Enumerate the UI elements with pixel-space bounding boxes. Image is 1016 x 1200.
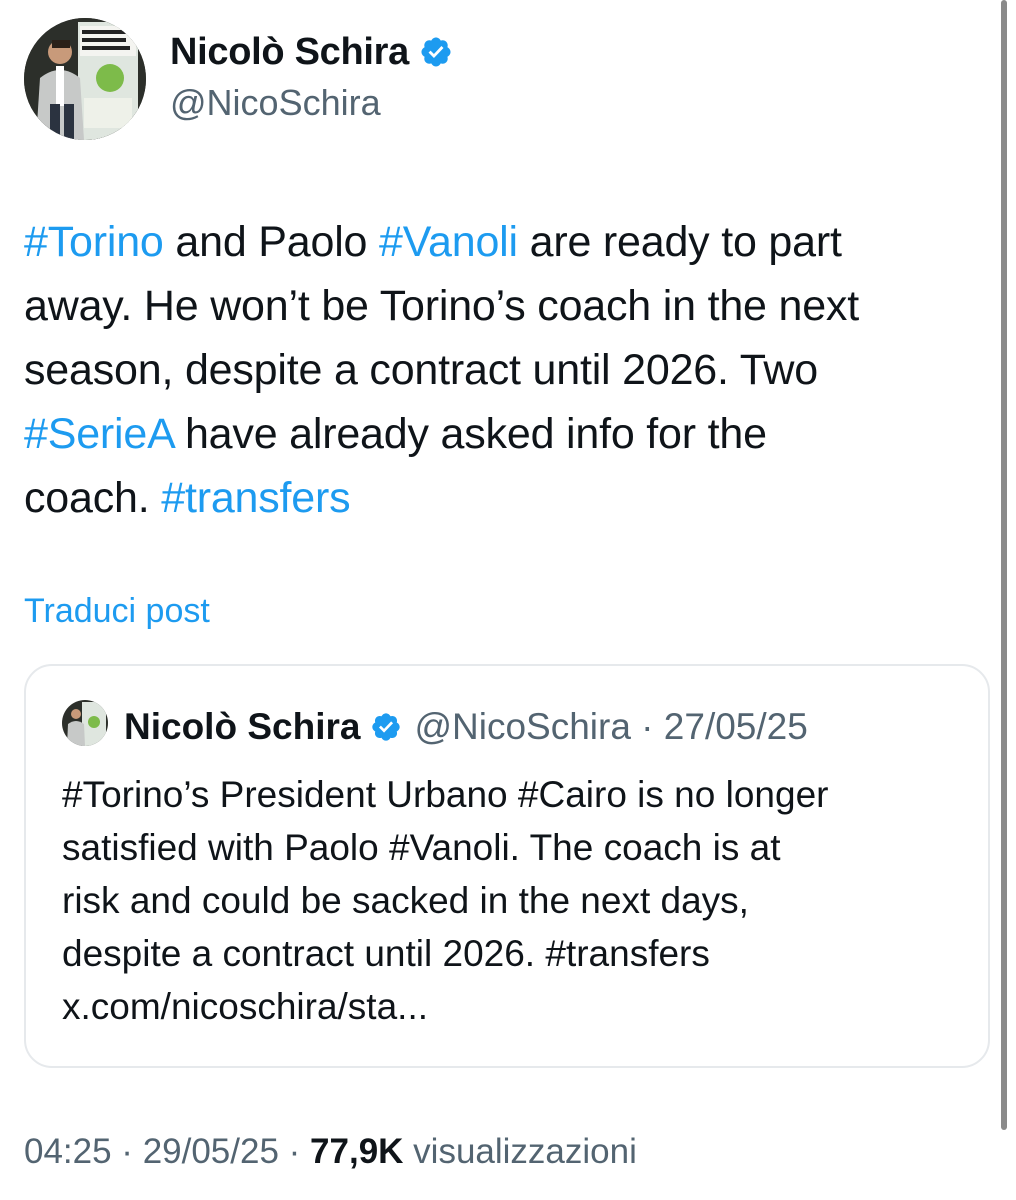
tweet-text-line: #SerieA have already asked info for the [24, 402, 984, 466]
quoted-tweet-text: #Torino’s President Urbano #Cairo is no … [62, 768, 962, 1033]
author-avatar[interactable] [24, 18, 146, 140]
post-time-date[interactable]: 04:25 · 29/05/25 · [24, 1132, 310, 1171]
quoted-text-line: #Torino’s President Urbano #Cairo is no … [62, 774, 829, 815]
quoted-author-name: Nicolò Schira [124, 706, 361, 747]
author-name[interactable]: Nicolò Schira [170, 31, 409, 74]
hashtag-link[interactable]: #Torino [24, 218, 164, 266]
tweet-text-segment: coach. [24, 474, 162, 522]
hashtag-link[interactable]: #Vanoli [379, 218, 518, 266]
tweet-text-line: away. He won’t be Torino’s coach in the … [24, 274, 984, 338]
quoted-link[interactable]: x.com/nicoschira/sta... [62, 980, 962, 1033]
scrollbar[interactable] [1001, 0, 1007, 1130]
verified-badge-icon [370, 711, 402, 743]
quoted-text-line: despite a contract until 2026. #transfer… [62, 933, 710, 974]
tweet-text-segment: away. He won’t be Torino’s coach in the … [24, 282, 859, 330]
quoted-text-line: risk and could be sacked in the next day… [62, 880, 749, 921]
tweet-text-line: season, despite a contract until 2026. T… [24, 338, 984, 402]
hashtag-link[interactable]: #SerieA [24, 410, 173, 458]
quoted-handle-date: @NicoSchira · 27/05/25 [414, 706, 808, 747]
author-handle[interactable]: @NicoSchira [170, 82, 381, 124]
tweet-text: #Torino and Paolo #Vanoli are ready to p… [24, 210, 984, 530]
views-count: 77,9K [310, 1132, 404, 1171]
translate-post-link[interactable]: Traduci post [24, 592, 210, 631]
tweet-text-line: coach. #transfers [24, 466, 984, 530]
tweet-text-segment: are ready to part [517, 218, 842, 266]
tweet-meta: 04:25 · 29/05/25 · 77,9K visualizzazioni [24, 1132, 637, 1172]
quoted-tweet-card[interactable]: Nicolò Schira @NicoSchira · 27/05/25 #To… [24, 664, 990, 1068]
hashtag-link[interactable]: #transfers [161, 474, 350, 522]
verified-badge-icon [419, 35, 453, 69]
tweet-text-segment: and Paolo [163, 218, 380, 266]
tweet-text-line: #Torino and Paolo #Vanoli are ready to p… [24, 210, 984, 274]
quoted-text-line: satisfied with Paolo #Vanoli. The coach … [62, 827, 781, 868]
quoted-author-avatar [62, 700, 108, 746]
views-label: visualizzazioni [403, 1132, 637, 1171]
tweet-text-segment: have already asked info for the [173, 410, 767, 458]
tweet-text-segment: season, despite a contract until 2026. T… [24, 346, 818, 394]
